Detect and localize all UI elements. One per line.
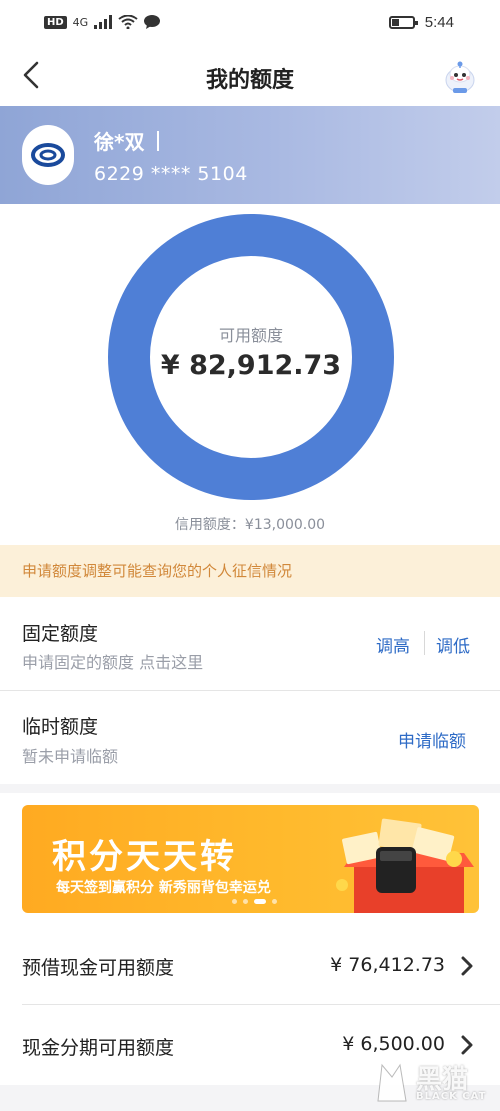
temp-quota-subtitle: 暂未申请临额 [22,747,119,766]
link-divider [424,631,425,655]
raise-quota-button[interactable]: 调高 [376,632,410,657]
fixed-quota-subtitle[interactable]: 申请固定的额度 点击这里 [22,649,203,673]
pager-dot [243,899,248,904]
status-left: HD 4G [44,15,161,29]
fixed-quota-title: 固定额度 [22,623,99,645]
nav-bar: 我的额度 [0,48,500,104]
available-quota-donut: 可用额度 ¥ 82,912.73 [108,214,394,500]
robot-icon [445,61,475,93]
available-quota-label: 可用额度 [218,326,283,345]
cash-advance-label: 预借现金可用额度 [22,957,175,979]
wifi-icon [118,15,138,29]
assistant-robot-button[interactable] [442,60,478,96]
pager-dot-active [254,899,266,904]
page-title: 我的额度 [205,68,294,93]
cash-advance-row[interactable]: 预借现金可用额度 ¥ 76,412.73 [0,930,500,1002]
points-promo-banner[interactable]: 积分天天转 每天签到赢积分 新秀丽背包幸运兑 [22,805,479,913]
card-header: 徐*双 6229 **** 5104 [0,106,500,204]
banner-subtitle: 每天签到赢积分 新秀丽背包幸运兑 [56,880,271,896]
status-bar: HD 4G 5:44 [0,0,500,48]
credit-notice: 申请额度调整可能查询您的个人征信情况 [0,545,500,597]
status-right: 5:44 [388,14,454,31]
pager-dot [272,899,277,904]
gift-box-illustration [336,818,474,913]
credit-limit-text: 信用额度：¥13,000.00 [174,517,326,533]
fixed-quota-row[interactable]: 固定额度 申请固定的额度 点击这里 调高 调低 [0,597,500,690]
bank-logo-icon [31,143,65,167]
network-type: 4G [72,15,89,29]
available-quota-amount: ¥ 82,912.73 [160,350,342,381]
battery-icon [388,16,418,29]
lower-quota-button[interactable]: 调低 [436,632,470,657]
card-number: 6229 **** 5104 [94,163,248,185]
pager-dot [232,899,237,904]
cash-advance-amount: ¥ 76,412.73 [330,954,445,976]
installment-label: 现金分期可用额度 [22,1037,175,1059]
chevron-right-icon [461,1035,473,1055]
banner-title: 积分天天转 [52,837,237,877]
hd-badge: HD [44,15,67,29]
installment-amount: ¥ 6,500.00 [342,1033,445,1055]
banner-pager [232,899,277,904]
chevron-right-icon [461,956,473,976]
credit-notice-text: 申请额度调整可能查询您的个人征信情况 [22,562,293,580]
temp-quota-row[interactable]: 临时额度 暂未申请临额 申请临额 [0,691,500,784]
black-cat-watermark: 黑猫 BLACK CAT [372,1057,492,1107]
name-divider [157,131,159,151]
section-gap [0,784,500,793]
watermark-brand-en: BLACK CAT [416,1091,487,1102]
card-holder-name: 徐*双 [94,130,145,154]
signal-icon [94,15,113,29]
apply-temp-quota-button[interactable]: 申请临额 [398,727,466,752]
bank-logo [22,125,74,185]
temp-quota-title: 临时额度 [22,716,99,738]
message-icon [144,15,161,29]
clock: 5:44 [424,14,454,31]
